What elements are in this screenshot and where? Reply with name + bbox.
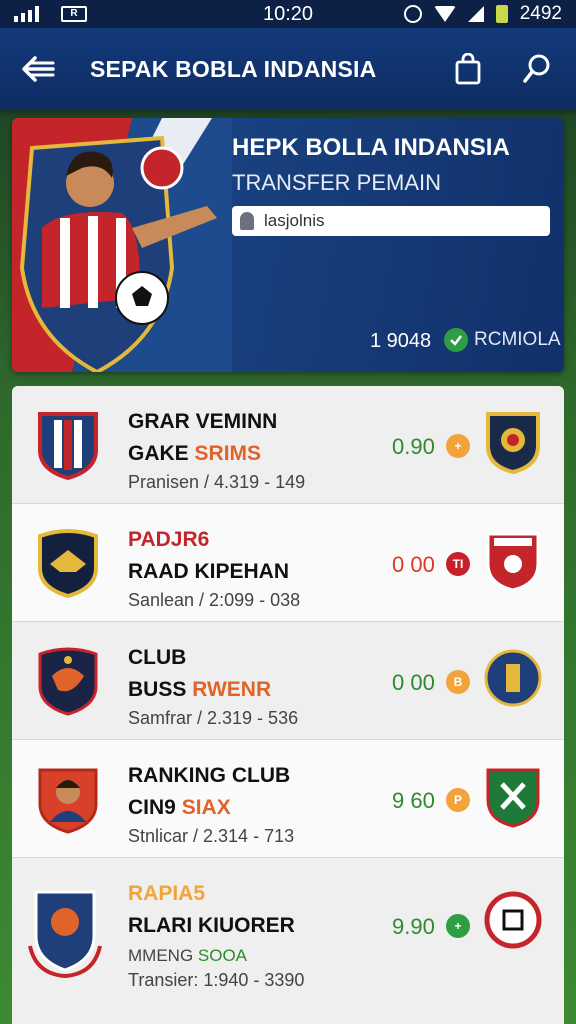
user-icon bbox=[240, 212, 254, 230]
app-title: SEPAK BOBLA INDANSIA bbox=[90, 55, 377, 82]
item-transfer-info: Transier: 1:940 - 3390 bbox=[128, 970, 305, 990]
check-icon bbox=[444, 328, 468, 352]
item-subtitle: CIN9 SIAX bbox=[128, 796, 231, 819]
opponent-crest-icon bbox=[486, 412, 540, 474]
item-score: 0 00 bbox=[392, 552, 435, 577]
bag-button[interactable] bbox=[448, 49, 488, 89]
wifi-icon bbox=[433, 6, 456, 22]
item-score: 9 60 bbox=[392, 788, 435, 813]
list-item[interactable]: PADJR6 RAAD KIPEHAN Sanlean / 2:099 - 03… bbox=[12, 504, 564, 622]
arrow-left-icon bbox=[22, 56, 55, 82]
search-button[interactable] bbox=[518, 49, 558, 89]
opponent-crest-icon bbox=[486, 532, 540, 592]
club-crest-icon bbox=[38, 647, 98, 716]
status-badge: + bbox=[446, 434, 470, 458]
list-item[interactable]: CLUB BUSS RWENR Samfrar / 2.319 - 536 0 … bbox=[12, 622, 564, 740]
status-badge: P bbox=[446, 788, 470, 812]
hero-search-text: lasjolnis bbox=[264, 211, 325, 230]
item-subtitle: RAAD KIPEHAN bbox=[128, 560, 290, 583]
item-transfer-info: Sanlean / 2:099 - 038 bbox=[128, 590, 301, 610]
status-badge: TI bbox=[446, 552, 470, 576]
item-title: CLUB bbox=[128, 646, 187, 669]
back-button[interactable] bbox=[18, 49, 58, 89]
club-crest-icon bbox=[38, 412, 98, 480]
item-subtitle: RLARI KIUORER bbox=[128, 914, 295, 937]
item-transfer-info: Stnlicar / 2.314 - 713 bbox=[128, 826, 295, 846]
hero-count: 1 9048 bbox=[370, 330, 432, 352]
status-bar: R 10:20 2492 bbox=[0, 0, 576, 28]
notification-box-icon: R bbox=[61, 6, 87, 22]
item-score: 0.90 bbox=[392, 434, 435, 459]
item-title: PADJR6 bbox=[128, 528, 210, 551]
item-transfer-info: Samfrar / 2.319 - 536 bbox=[128, 708, 299, 728]
hero-badge[interactable]: RCMIOLA bbox=[444, 328, 561, 352]
shopping-bag-icon bbox=[455, 53, 481, 85]
alarm-icon bbox=[403, 5, 422, 23]
status-time: 10:20 bbox=[262, 2, 314, 25]
list-item[interactable]: GRAR VEMINN GAKE SRIMS Pranisen / 4.319 … bbox=[12, 386, 564, 504]
cellular-icon bbox=[467, 6, 484, 22]
list-item[interactable]: RAPIA5 RLARI KIUORER MMENG SOOA Transier… bbox=[12, 858, 564, 1024]
club-crest-icon bbox=[38, 768, 98, 834]
club-crest-icon bbox=[38, 529, 98, 598]
club-list: GRAR VEMINN GAKE SRIMS Pranisen / 4.319 … bbox=[12, 386, 564, 1024]
opponent-crest-icon bbox=[484, 891, 542, 949]
battery-icon bbox=[495, 5, 508, 23]
hero-subtitle: TRANSFER PEMAIN bbox=[232, 170, 442, 195]
battery-level: 2492 bbox=[519, 3, 562, 24]
status-badge: B bbox=[446, 670, 470, 694]
item-title: RAPIA5 bbox=[128, 882, 206, 905]
item-subtitle: BUSS RWENR bbox=[128, 678, 272, 701]
hero-title: HEPK BOLLA INDANSIA bbox=[232, 134, 510, 161]
search-icon bbox=[523, 54, 550, 83]
hero-banner[interactable]: HEPK BOLLA INDANSIA TRANSFER PEMAIN lasj… bbox=[12, 118, 564, 372]
item-score: 0 00 bbox=[392, 670, 435, 695]
status-badge: + bbox=[446, 914, 470, 938]
hero-badge-label: RCMIOLA bbox=[474, 329, 561, 350]
item-transfer-info: Pranisen / 4.319 - 149 bbox=[128, 472, 306, 492]
player-illustration bbox=[12, 118, 232, 372]
item-score: 9.90 bbox=[392, 914, 435, 939]
opponent-crest-icon bbox=[484, 649, 542, 707]
club-crest-icon bbox=[28, 890, 102, 978]
list-item[interactable]: RANKING CLUB CIN9 SIAX Stnlicar / 2.314 … bbox=[12, 740, 564, 858]
signal-icon bbox=[14, 6, 39, 22]
item-title: GRAR VEMINN bbox=[128, 410, 278, 433]
item-title: RANKING CLUB bbox=[128, 764, 291, 787]
opponent-crest-icon bbox=[486, 768, 540, 828]
item-tag: MMENG SOOA bbox=[128, 946, 248, 965]
hero-search-field[interactable]: lasjolnis bbox=[232, 206, 550, 236]
app-bar: SEPAK BOBLA INDANSIA bbox=[0, 28, 576, 110]
item-subtitle: GAKE SRIMS bbox=[128, 442, 262, 465]
